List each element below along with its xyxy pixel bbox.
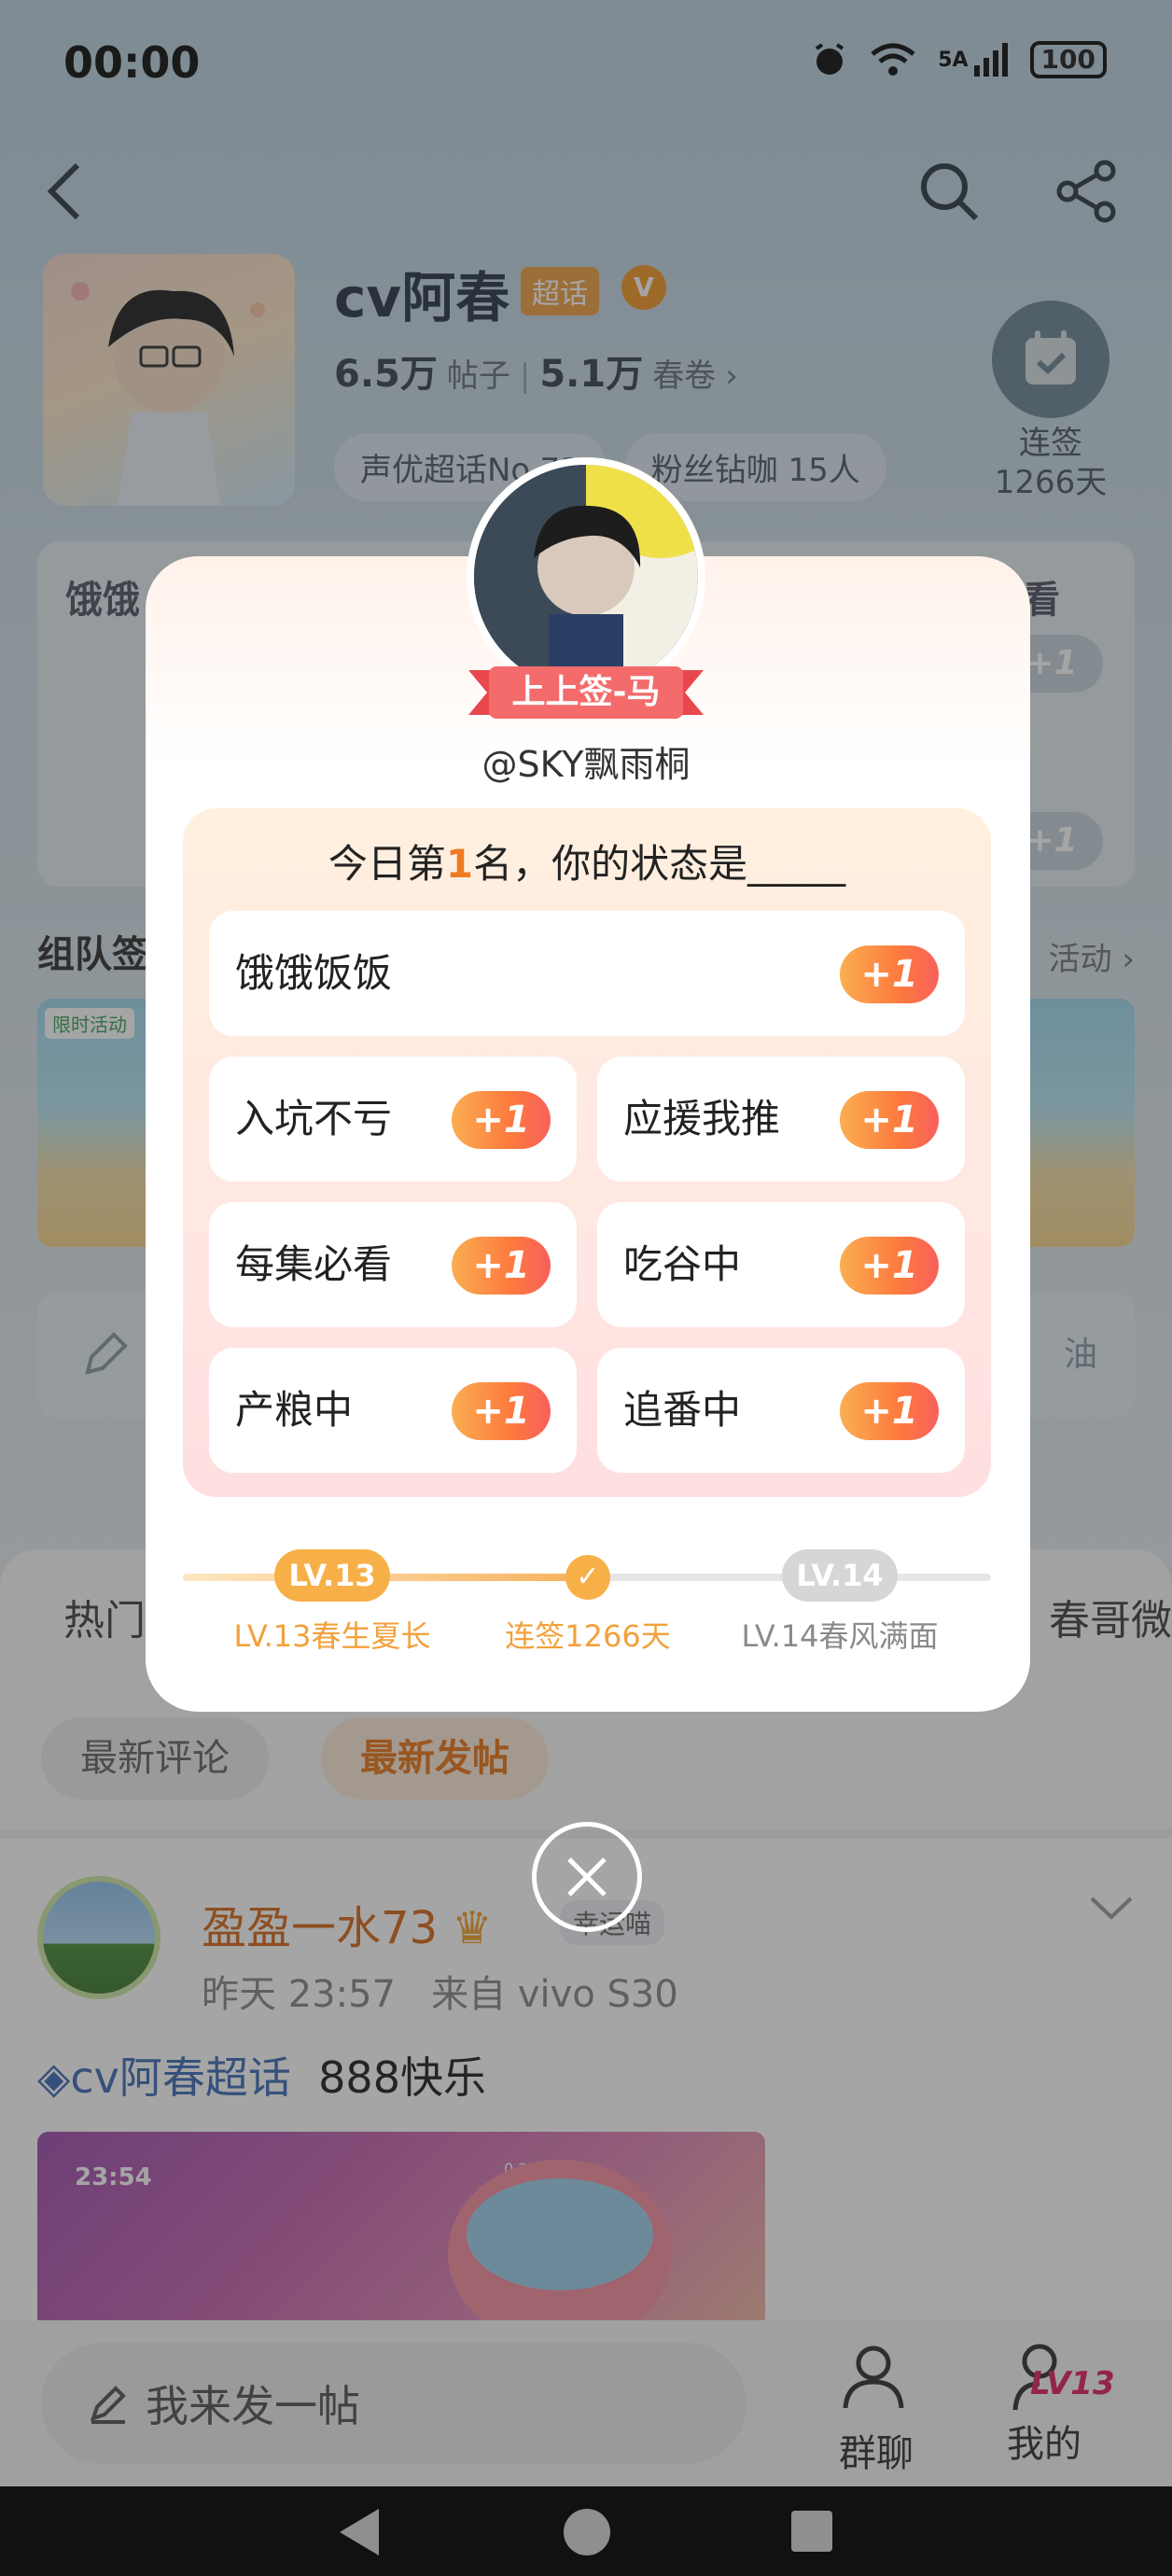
status-option[interactable]: 吃谷中 +1 bbox=[597, 1202, 965, 1327]
status-option-label: 饿饿饭饭 bbox=[235, 950, 393, 996]
user-avatar bbox=[467, 457, 705, 696]
level-progress: LV.13 ✓ LV.14 LV.13春生夏长 连签1266天 LV.14春风满… bbox=[183, 1549, 991, 1661]
status-option[interactable]: 追番中 +1 bbox=[597, 1348, 965, 1473]
status-option[interactable]: 饿饿饭饭 +1 bbox=[209, 911, 965, 1036]
plus-one-button[interactable]: +1 bbox=[840, 1091, 939, 1149]
current-level-pill: LV.13 bbox=[274, 1549, 390, 1602]
question-prefix: 今日第 bbox=[328, 841, 446, 887]
question-suffix: 名，你的状态是_____ bbox=[473, 841, 846, 887]
status-option-label: 追番中 bbox=[623, 1387, 742, 1433]
status-option-label: 吃谷中 bbox=[623, 1241, 742, 1287]
status-option[interactable]: 每集必看 +1 bbox=[209, 1202, 577, 1327]
next-level-pill: LV.14 bbox=[782, 1549, 898, 1602]
user-handle: @SKY飘雨桐 bbox=[481, 744, 691, 785]
status-options-panel: 今日第1名，你的状态是_____ 饿饿饭饭 +1 入坑不亏 +1 应援我推 +1… bbox=[183, 808, 991, 1497]
status-option-label: 每集必看 bbox=[235, 1241, 393, 1287]
plus-one-button[interactable]: +1 bbox=[452, 1237, 551, 1295]
question-rank: 1 bbox=[445, 841, 474, 887]
plus-one-button[interactable]: +1 bbox=[452, 1382, 551, 1440]
current-level-caption: LV.13春生夏长 bbox=[233, 1618, 431, 1654]
close-icon bbox=[567, 1857, 607, 1897]
status-question: 今日第1名，你的状态是_____ bbox=[183, 833, 991, 889]
status-option[interactable]: 应援我推 +1 bbox=[597, 1057, 965, 1182]
fortune-ribbon: 上上签-马 bbox=[468, 665, 704, 721]
checkmark-icon: ✓ bbox=[565, 1555, 610, 1600]
close-button[interactable] bbox=[532, 1822, 642, 1932]
status-option-label: 产粮中 bbox=[235, 1387, 354, 1433]
plus-one-button[interactable]: +1 bbox=[840, 945, 939, 1003]
status-option-label: 入坑不亏 bbox=[235, 1096, 393, 1141]
status-option[interactable]: 产粮中 +1 bbox=[209, 1348, 577, 1473]
streak-caption: 连签1266天 bbox=[505, 1618, 671, 1654]
next-level-caption: LV.14春风满面 bbox=[741, 1618, 939, 1654]
plus-one-button[interactable]: +1 bbox=[840, 1237, 939, 1295]
plus-one-button[interactable]: +1 bbox=[452, 1091, 551, 1149]
fortune-label: 上上签-马 bbox=[511, 673, 661, 711]
status-option-label: 应援我推 bbox=[623, 1096, 781, 1141]
plus-one-button[interactable]: +1 bbox=[840, 1382, 939, 1440]
status-option[interactable]: 入坑不亏 +1 bbox=[209, 1057, 577, 1182]
